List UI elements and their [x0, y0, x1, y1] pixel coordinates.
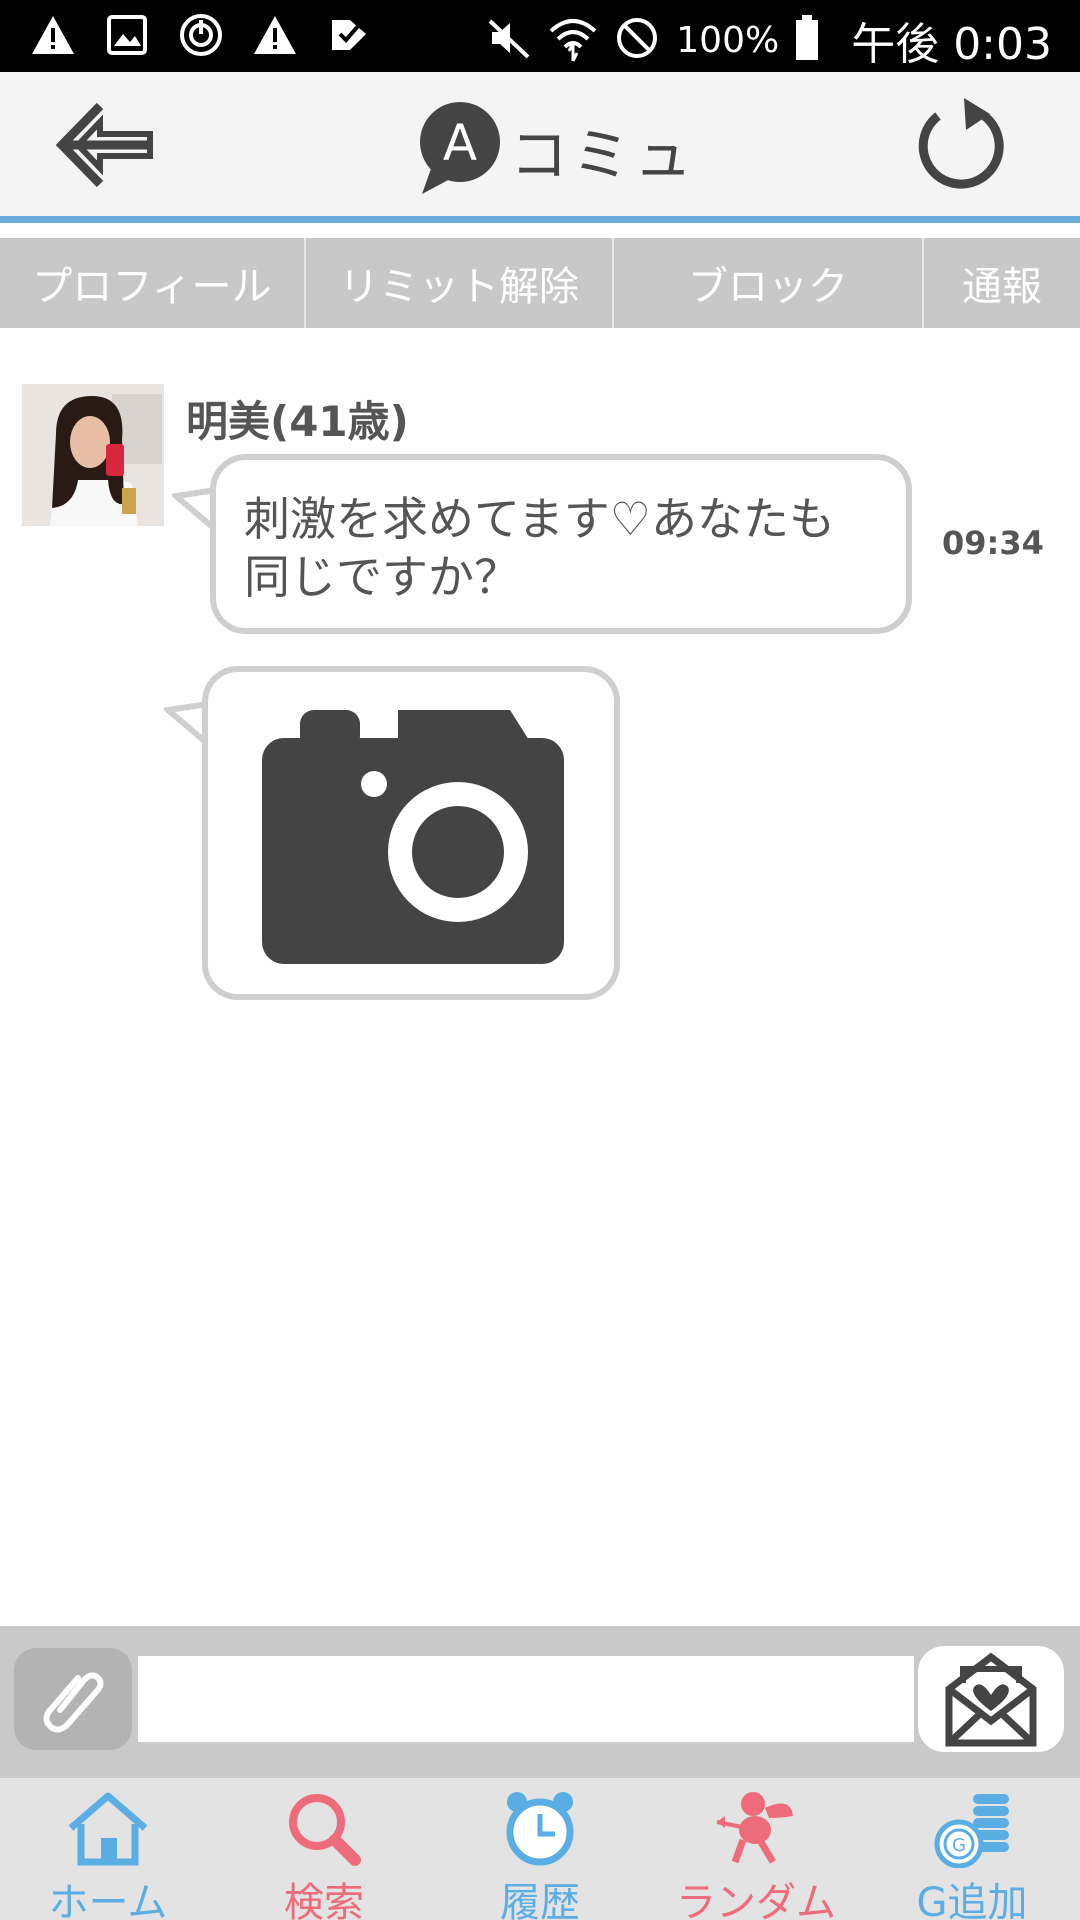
nav-random[interactable]: ランダム — [648, 1778, 864, 1920]
warning-icon — [28, 10, 78, 60]
send-button[interactable] — [918, 1646, 1064, 1752]
nav-search[interactable]: 検索 — [216, 1778, 432, 1920]
tab-block[interactable]: ブロック — [614, 238, 924, 328]
status-bar: 100% 午後 0:03 — [0, 0, 1080, 72]
search-icon — [289, 1794, 361, 1866]
nav-add-points[interactable]: G G追加 — [864, 1778, 1080, 1920]
nav-home[interactable]: ホーム — [0, 1778, 216, 1920]
tab-profile[interactable]: プロフィール — [0, 238, 306, 328]
bottom-nav: ホーム 検索 履歴 ランダム G G追加 — [0, 1778, 1080, 1920]
message-text-line: 同じですか？ — [244, 550, 520, 604]
nav-label: G追加 — [916, 1880, 1028, 1920]
sender-name: 明美(41歳) — [186, 397, 409, 446]
app-logo: A コミュ — [414, 100, 696, 200]
avatar[interactable] — [22, 384, 164, 526]
home-icon — [68, 1792, 148, 1866]
mute-icon — [486, 15, 532, 65]
profile-photo — [22, 384, 164, 526]
speech-bubble-icon: A — [420, 102, 500, 194]
nav-label: ホーム — [48, 1880, 168, 1920]
message-bubble: 刺激を求めてます♡あなたも 同じですか？ — [210, 454, 912, 634]
refresh-icon — [918, 98, 1004, 189]
camera-icon — [262, 710, 564, 964]
notification-icons — [28, 10, 374, 60]
message-time: 09:34 — [942, 524, 1044, 562]
coins-icon: G — [934, 1794, 1009, 1868]
sync-icon — [176, 10, 226, 60]
check-icon — [324, 10, 374, 60]
battery-percent: 100% — [676, 19, 780, 61]
action-tabs: プロフィール リミット解除 ブロック 通報 — [0, 238, 1080, 328]
tab-limit-release[interactable]: リミット解除 — [306, 238, 614, 328]
envelope-heart-icon — [945, 1652, 1037, 1747]
nav-label: 検索 — [284, 1880, 364, 1920]
cupid-icon — [716, 1792, 793, 1864]
no-signal-icon — [614, 15, 660, 65]
refresh-button[interactable] — [908, 90, 1018, 200]
image-icon — [102, 10, 152, 60]
photo-message-bubble[interactable] — [202, 666, 620, 1000]
message-composer — [0, 1626, 1080, 1778]
page-title: コミュ — [510, 121, 697, 189]
clock-icon — [506, 1792, 574, 1866]
warning-icon — [250, 10, 300, 60]
attach-button[interactable] — [14, 1648, 132, 1750]
message-input[interactable] — [138, 1656, 914, 1742]
paperclip-icon — [43, 1672, 104, 1733]
back-button[interactable] — [52, 90, 172, 200]
nav-history[interactable]: 履歴 — [432, 1778, 648, 1920]
status-time: 午後 0:03 — [851, 19, 1052, 70]
svg-text:G: G — [952, 1835, 966, 1856]
status-right: 100% 午後 0:03 — [486, 8, 1052, 72]
app-header: A コミュ — [0, 72, 1080, 218]
tab-report[interactable]: 通報 — [924, 238, 1080, 328]
nav-label: 履歴 — [500, 1880, 580, 1920]
message-text-line: 刺激を求めてます♡あなたも — [244, 492, 835, 546]
wifi-icon — [548, 13, 598, 67]
header-divider — [0, 216, 1080, 223]
battery-icon — [795, 15, 819, 65]
nav-label: ランダム — [676, 1880, 836, 1920]
logo-letter: A — [443, 114, 477, 172]
back-arrow-icon — [55, 102, 153, 188]
